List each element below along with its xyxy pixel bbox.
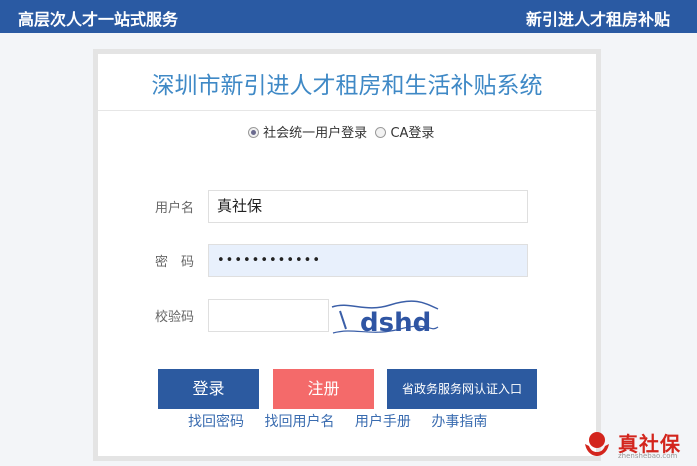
login-card: 深圳市新引进人才租房和生活补贴系统 社会统一用户登录 CA登录 用户名 真社保 … xyxy=(93,49,601,461)
link-recover-password[interactable]: 找回密码 xyxy=(188,414,244,430)
logo-url: zhenshebao.com xyxy=(618,452,678,460)
password-label: 密 码 xyxy=(155,255,195,270)
register-button[interactable]: 注册 xyxy=(273,369,374,409)
radio-unified-login[interactable] xyxy=(248,127,259,138)
header-left-title: 高层次人才一站式服务 xyxy=(18,10,179,29)
captcha-text: dshd xyxy=(360,308,431,338)
link-recover-username[interactable]: 找回用户名 xyxy=(264,414,334,430)
captcha-label: 校验码 xyxy=(155,310,195,325)
link-service-guide[interactable]: 办事指南 xyxy=(431,414,487,430)
password-field[interactable]: •••••••••••• xyxy=(208,244,528,277)
captcha-graphic: dshd xyxy=(331,300,439,338)
login-type-selector: 社会统一用户登录 CA登录 xyxy=(248,122,434,141)
radio-unified-login-label[interactable]: 社会统一用户登录 xyxy=(263,126,367,141)
top-header: 高层次人才一站式服务 新引进人才租房补贴 xyxy=(0,0,697,33)
system-title: 深圳市新引进人才租房和生活补贴系统 xyxy=(151,73,543,99)
username-field[interactable]: 真社保 xyxy=(208,190,528,223)
radio-ca-login-label[interactable]: CA登录 xyxy=(390,126,434,141)
radio-ca-login[interactable] xyxy=(375,127,387,138)
captcha-field[interactable] xyxy=(208,299,329,332)
hands-logo-icon xyxy=(585,432,609,456)
gov-portal-button[interactable]: 省政务服务网认证入口 xyxy=(387,369,537,409)
title-divider xyxy=(98,110,596,111)
help-links: 找回密码 找回用户名 用户手册 办事指南 xyxy=(188,411,503,431)
header-right-title: 新引进人才租房补贴 xyxy=(525,10,670,29)
captcha-image[interactable]: dshd xyxy=(330,299,440,339)
link-user-manual[interactable]: 用户手册 xyxy=(355,414,411,430)
username-label: 用户名 xyxy=(155,201,195,216)
brand-logo: 真社保 zhenshebao.com xyxy=(582,428,694,462)
login-button[interactable]: 登录 xyxy=(158,369,259,409)
